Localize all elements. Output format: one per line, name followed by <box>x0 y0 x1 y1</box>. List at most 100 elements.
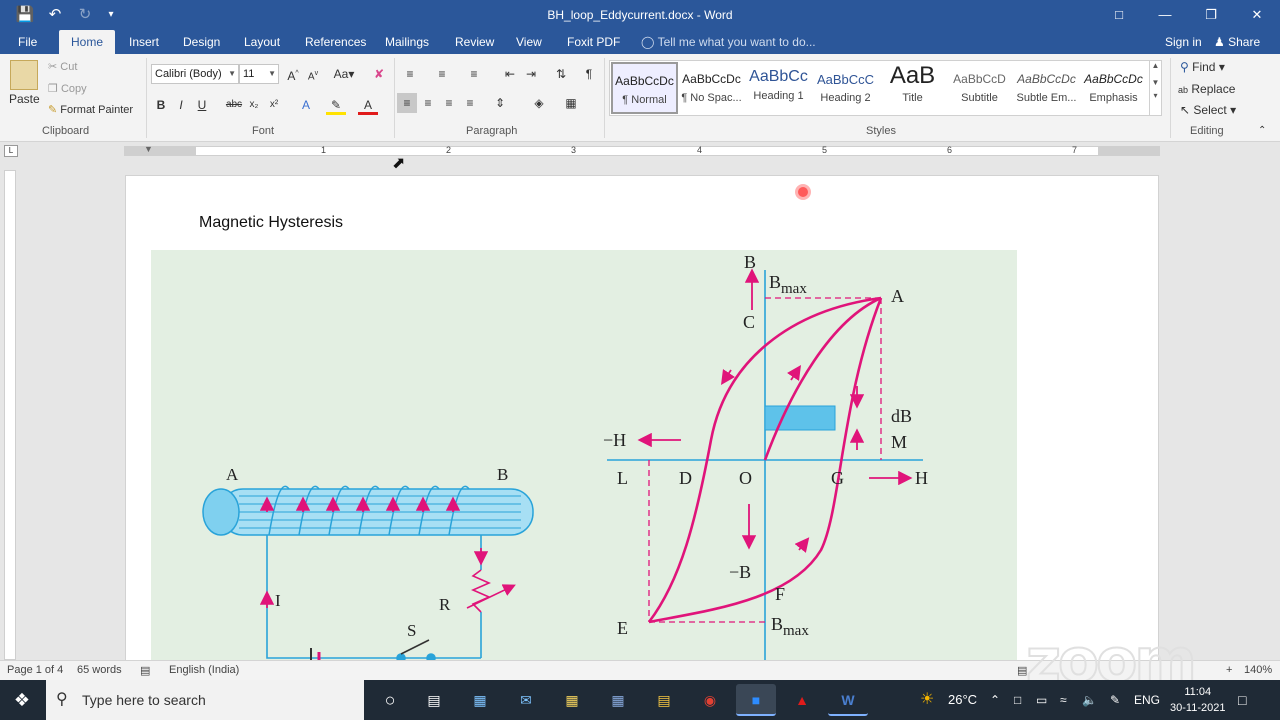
tab-selector-icon[interactable]: L <box>4 145 18 157</box>
format-painter-button[interactable]: ✎ Format Painter <box>48 103 133 116</box>
tab-design[interactable]: Design <box>183 30 220 54</box>
tab-references[interactable]: References <box>305 30 366 54</box>
change-case-button[interactable]: Aa▾ <box>331 64 357 84</box>
increase-indent-icon[interactable]: ⇥ <box>521 64 541 84</box>
pen-icon[interactable]: ✎ <box>1110 680 1120 720</box>
shading-icon[interactable]: ◈ <box>529 93 549 113</box>
shrink-font-icon[interactable]: Av <box>303 64 323 84</box>
language-status[interactable]: English (India) <box>169 664 239 676</box>
tab-file[interactable]: File <box>18 30 37 54</box>
tab-mailings[interactable]: Mailings <box>385 30 429 54</box>
input-language[interactable]: ENG <box>1134 680 1160 720</box>
zoom-level[interactable]: 140% <box>1244 664 1272 676</box>
numbering-icon[interactable]: ≡ <box>432 64 452 84</box>
style-emphasis[interactable]: AaBbCcDc Emphasis <box>1080 62 1147 114</box>
gallery-scroll[interactable]: ▲ ▼ ▾ <box>1149 61 1161 115</box>
chrome-icon[interactable]: ◉ <box>690 684 730 716</box>
italic-button[interactable]: I <box>171 95 191 115</box>
volume-icon[interactable]: 🔈 <box>1082 680 1097 720</box>
file-explorer-icon[interactable]: ▤ <box>644 684 684 716</box>
replace-button[interactable]: ab Replace <box>1178 82 1235 96</box>
taskbar-search[interactable]: ⚲ Type here to search <box>46 680 364 720</box>
align-center-icon[interactable]: ≡ <box>418 93 438 113</box>
style-heading-1[interactable]: AaBbCc Heading 1 <box>745 62 812 114</box>
grow-font-icon[interactable]: A^ <box>283 64 303 84</box>
mail-icon[interactable]: ✉ <box>506 684 546 716</box>
justify-icon[interactable]: ≡ <box>460 93 480 113</box>
store-icon[interactable]: ▦ <box>460 684 500 716</box>
line-spacing-icon[interactable]: ⇕ <box>490 93 510 113</box>
tab-home[interactable]: Home <box>59 30 116 54</box>
files-icon[interactable]: ▦ <box>552 684 592 716</box>
style-heading-2[interactable]: AaBbCcC Heading 2 <box>812 62 879 114</box>
restore-icon[interactable]: ❐ <box>1188 0 1234 30</box>
share-button[interactable]: ♟ Share <box>1214 30 1260 54</box>
underline-button[interactable]: U <box>192 95 212 115</box>
hysteresis-figure[interactable]: A B I R S B Bmax A C dB M −H L D O G H −… <box>151 250 1017 660</box>
multilevel-list-icon[interactable]: ≡ <box>464 64 484 84</box>
style-subtle-emphasis[interactable]: AaBbCcDc Subtle Em... <box>1013 62 1080 114</box>
tab-insert[interactable]: Insert <box>129 30 159 54</box>
superscript-button[interactable]: x² <box>264 95 284 115</box>
font-size-combo[interactable]: 11 ▼ <box>239 64 279 84</box>
tell-me-search[interactable]: ◯ Tell me what you want to do... <box>641 30 816 54</box>
vertical-ruler[interactable] <box>4 170 16 660</box>
bullets-icon[interactable]: ≡ <box>400 64 420 84</box>
bold-button[interactable]: B <box>151 95 171 115</box>
tray-expand-icon[interactable]: ⌃ <box>990 680 1000 720</box>
cut-button[interactable]: ✂ Cut <box>48 60 77 73</box>
acrobat-icon[interactable]: ▲ <box>782 684 822 716</box>
highlight-color-icon[interactable]: ✎ <box>326 95 346 115</box>
battery-icon[interactable]: ▭ <box>1036 680 1047 720</box>
show-marks-button[interactable]: ¶ <box>579 64 599 84</box>
font-color-icon[interactable]: A <box>358 95 378 115</box>
tab-review[interactable]: Review <box>455 30 494 54</box>
document-page[interactable]: Magnetic Hysteresis A B I R S B Bmax A C… <box>125 175 1159 660</box>
style-normal[interactable]: AaBbCcDc ¶ Normal <box>611 62 678 114</box>
windows-start-icon[interactable]: ❖ <box>0 680 44 720</box>
style-subtitle[interactable]: AaBbCcD Subtitle <box>946 62 1013 114</box>
collapse-ribbon-icon[interactable]: ⌃ <box>1258 125 1266 136</box>
meet-now-icon[interactable]: □ <box>1014 680 1021 720</box>
font-name-combo[interactable]: Calibri (Body) ▼ <box>151 64 239 84</box>
align-right-icon[interactable]: ≡ <box>439 93 459 113</box>
clear-formatting-icon[interactable]: ✘ <box>369 64 389 84</box>
page-count[interactable]: Page 1 of 4 <box>7 664 63 676</box>
sign-in-link[interactable]: Sign in <box>1165 30 1202 54</box>
sort-icon[interactable]: ⇅ <box>551 64 571 84</box>
copy-button[interactable]: ❐ Copy <box>48 82 87 95</box>
zoom-app-icon[interactable]: ■ <box>736 684 776 716</box>
paste-button[interactable]: Paste <box>9 92 40 106</box>
minimize-icon[interactable]: — <box>1142 0 1188 30</box>
decrease-indent-icon[interactable]: ⇤ <box>500 64 520 84</box>
ribbon-display-icon[interactable]: □ <box>1096 0 1142 30</box>
temperature[interactable]: 26°C <box>948 680 977 720</box>
task-view-icon[interactable]: ▤ <box>414 684 454 716</box>
wifi-icon[interactable]: ≈ <box>1060 680 1067 720</box>
photos-icon[interactable]: ▦ <box>598 684 638 716</box>
tab-foxit-pdf[interactable]: Foxit PDF <box>567 30 620 54</box>
style-title[interactable]: AaB Title <box>879 62 946 114</box>
tab-layout[interactable]: Layout <box>244 30 280 54</box>
document-area[interactable]: Magnetic Hysteresis A B I R S B Bmax A C… <box>0 160 1280 660</box>
notifications-icon[interactable]: □ <box>1238 680 1246 720</box>
document-heading[interactable]: Magnetic Hysteresis <box>199 214 343 232</box>
subscript-button[interactable]: x₂ <box>244 95 264 115</box>
horizontal-ruler[interactable]: L ▼ 1 2 3 4 5 6 7 <box>0 142 1280 160</box>
weather-icon[interactable]: ☀ <box>920 680 934 720</box>
indent-marker-icon[interactable]: ▼ <box>144 144 153 154</box>
clock[interactable]: 11:04 30-11-2021 <box>1170 684 1225 716</box>
style-no-spacing[interactable]: AaBbCcDc ¶ No Spac... <box>678 62 745 114</box>
text-effects-icon[interactable]: A <box>296 95 316 115</box>
align-left-icon[interactable]: ≡ <box>397 93 417 113</box>
word-count[interactable]: 65 words <box>77 664 122 676</box>
close-icon[interactable]: ✕ <box>1234 0 1280 30</box>
proofing-icon[interactable]: ▤ <box>140 664 150 677</box>
borders-icon[interactable]: ▦ <box>561 93 581 113</box>
tab-view[interactable]: View <box>516 30 542 54</box>
select-button[interactable]: ↖ Select ▾ <box>1180 103 1236 117</box>
word-app-icon[interactable]: W <box>828 684 868 716</box>
find-button[interactable]: ⚲ Find ▾ <box>1180 60 1225 74</box>
strikethrough-button[interactable]: abc <box>224 95 244 115</box>
cortana-icon[interactable]: ○ <box>370 684 410 716</box>
